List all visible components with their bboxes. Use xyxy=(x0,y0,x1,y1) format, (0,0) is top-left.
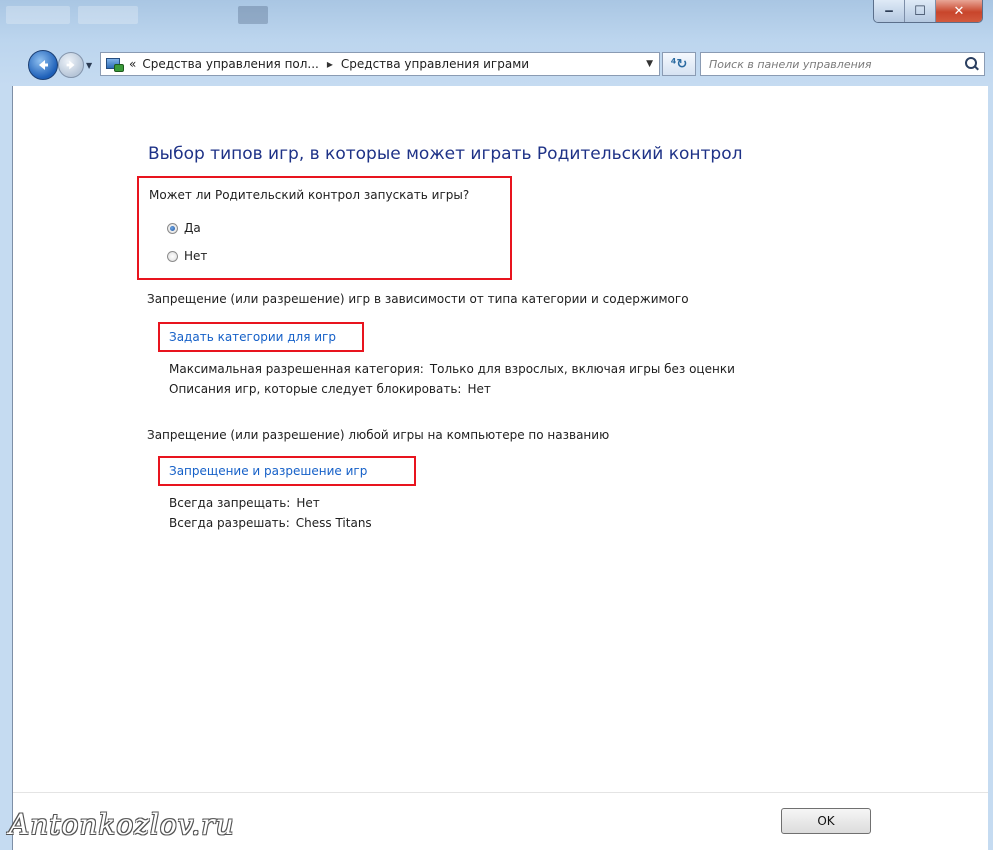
title-ghost-1 xyxy=(6,6,70,24)
close-button[interactable]: ✕ xyxy=(936,0,982,22)
ok-button[interactable]: OK xyxy=(781,808,871,834)
forward-button[interactable] xyxy=(58,52,84,78)
radio-no-label[interactable]: Нет xyxy=(184,249,207,263)
window: ‒ ☐ ✕ ▼ « Средства управления пол... ▸ С… xyxy=(0,0,993,850)
radio-no-row[interactable]: Нет xyxy=(167,249,207,263)
radio-yes-label[interactable]: Да xyxy=(184,221,201,235)
navigation-bar: ▼ « Средства управления пол... ▸ Средств… xyxy=(0,44,993,82)
address-bar[interactable]: « Средства управления пол... ▸ Средства … xyxy=(100,52,660,76)
always-block-row: Всегда запрещать: Нет xyxy=(169,496,320,510)
back-button[interactable] xyxy=(28,50,58,80)
maximize-button[interactable]: ☐ xyxy=(905,0,936,22)
blocked-descriptions-label: Описания игр, которые следует блокироват… xyxy=(169,382,462,396)
always-allow-label: Всегда разрешать: xyxy=(169,516,290,530)
search-icon[interactable] xyxy=(964,57,979,71)
footer-divider xyxy=(13,792,988,793)
set-game-categories-link[interactable]: Задать категории для игр xyxy=(169,330,336,344)
always-block-label: Всегда запрещать: xyxy=(169,496,291,510)
breadcrumb-prefix[interactable]: « xyxy=(129,57,136,71)
caption-buttons: ‒ ☐ ✕ xyxy=(873,0,983,23)
max-category-row: Максимальная разрешенная категория: Тольк… xyxy=(169,362,735,376)
radio-yes[interactable] xyxy=(167,222,178,234)
search-input[interactable] xyxy=(707,53,964,75)
title-bar[interactable]: ‒ ☐ ✕ xyxy=(0,0,993,40)
watermark: Antonkozlov.ru xyxy=(9,808,235,841)
always-allow-row: Всегда разрешать: Chess Titans xyxy=(169,516,372,530)
breadcrumb-parental-controls[interactable]: Средства управления пол... xyxy=(142,57,319,71)
refresh-icon: ⁴↻ xyxy=(670,56,688,72)
minimize-icon: ‒ xyxy=(884,3,894,19)
always-block-value: Нет xyxy=(296,496,320,510)
address-dropdown[interactable]: ▼ xyxy=(646,59,653,69)
max-category-value: Только для взрослых, включая игры без оц… xyxy=(429,362,735,376)
breadcrumb-separator[interactable]: ▸ xyxy=(327,57,333,71)
page-title: Выбор типов игр, в которые может играть … xyxy=(148,144,743,164)
minimize-button[interactable]: ‒ xyxy=(874,0,905,22)
recent-pages-dropdown[interactable]: ▼ xyxy=(86,61,92,70)
search-box[interactable] xyxy=(700,52,985,76)
game-controls-icon xyxy=(105,55,124,73)
blocked-descriptions-value: Нет xyxy=(467,382,491,396)
blocked-descriptions-row: Описания игр, которые следует блокироват… xyxy=(169,382,491,396)
radio-yes-row[interactable]: Да xyxy=(167,221,201,235)
title-ghost-2 xyxy=(78,6,138,24)
radio-no[interactable] xyxy=(167,250,178,262)
title-ghost-3 xyxy=(238,6,268,24)
category-section-heading: Запрещение (или разрешение) игр в зависи… xyxy=(147,292,689,306)
arrow-left-icon xyxy=(39,60,48,70)
max-category-label: Максимальная разрешенная категория: xyxy=(169,362,424,376)
content-panel: Выбор типов игр, в которые может играть … xyxy=(9,86,988,850)
always-allow-value: Chess Titans xyxy=(295,516,372,530)
name-section-heading: Запрещение (или разрешение) любой игры н… xyxy=(147,428,610,442)
breadcrumb-game-controls[interactable]: Средства управления играми xyxy=(341,57,529,71)
allow-games-question: Может ли Родительский контрол запускать … xyxy=(149,188,470,202)
maximize-icon: ☐ xyxy=(914,3,926,19)
arrow-right-icon xyxy=(66,60,75,70)
refresh-button[interactable]: ⁴↻ xyxy=(662,52,696,76)
close-icon: ✕ xyxy=(953,3,965,19)
block-allow-games-link[interactable]: Запрещение и разрешение игр xyxy=(169,464,367,478)
